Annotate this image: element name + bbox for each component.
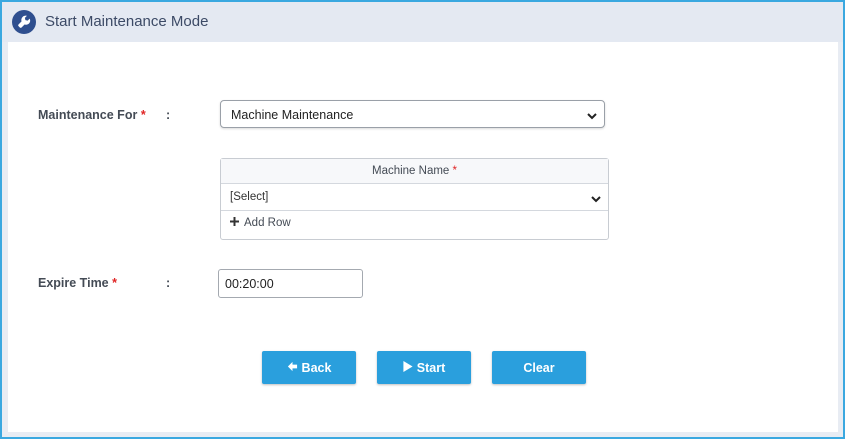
- maintenance-for-label: Maintenance For *: [38, 108, 146, 122]
- play-icon: [403, 360, 413, 375]
- required-mark: *: [112, 276, 117, 290]
- machine-name-column-header: Machine Name *: [221, 159, 608, 184]
- machine-table: Machine Name * [Select] Add Row: [220, 158, 609, 240]
- page-title: Start Maintenance Mode: [45, 13, 209, 30]
- arrow-left-icon: [287, 361, 298, 375]
- clear-button-label: Clear: [523, 360, 555, 375]
- start-button[interactable]: Start: [377, 351, 471, 384]
- add-row-label: Add Row: [244, 217, 291, 229]
- required-mark: *: [452, 165, 458, 177]
- add-row-button[interactable]: Add Row: [230, 217, 291, 229]
- colon-separator: :: [166, 108, 171, 122]
- machine-select-row[interactable]: [Select]: [221, 184, 608, 211]
- window-frame: Start Maintenance Mode Maintenance For *…: [0, 0, 845, 439]
- back-button[interactable]: Back: [262, 351, 356, 384]
- maintenance-for-selected-value: Machine Maintenance: [231, 108, 354, 122]
- expire-time-label-text: Expire Time: [38, 276, 109, 290]
- chevron-down-icon: [590, 192, 602, 210]
- expire-time-label: Expire Time *: [38, 276, 117, 290]
- clear-button[interactable]: Clear: [492, 351, 586, 384]
- colon-separator: :: [166, 276, 171, 290]
- expire-time-input[interactable]: [218, 269, 363, 298]
- page-header: Start Maintenance Mode: [2, 2, 843, 42]
- required-mark: *: [140, 108, 146, 122]
- machine-name-header-text: Machine Name: [371, 165, 450, 177]
- start-button-label: Start: [416, 360, 446, 375]
- back-button-label: Back: [301, 360, 332, 375]
- maintenance-for-label-text: Maintenance For: [38, 108, 138, 122]
- chevron-down-icon: [586, 109, 598, 127]
- form-panel: Maintenance For * : Machine Maintenance …: [8, 42, 838, 432]
- maintenance-for-select[interactable]: Machine Maintenance: [220, 100, 605, 128]
- machine-select-value: [Select]: [230, 191, 269, 203]
- plus-icon: [230, 217, 239, 229]
- wrench-icon: [12, 10, 36, 34]
